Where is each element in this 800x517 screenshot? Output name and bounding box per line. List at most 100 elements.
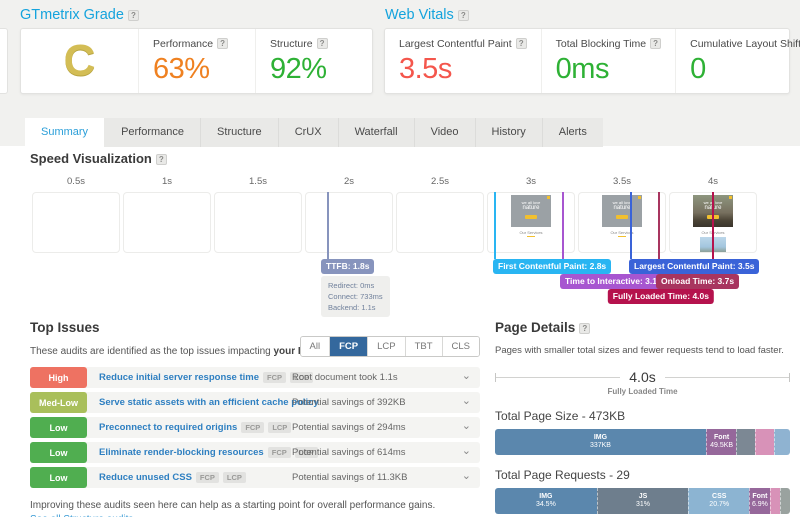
help-icon[interactable]: ? (316, 38, 328, 49)
help-icon[interactable]: ? (217, 38, 229, 49)
audit-title-link[interactable]: Reduce unused CSS (99, 472, 192, 483)
fully-loaded-marker-label: Fully Loaded Time: 4.0s (607, 289, 714, 304)
grade-cell: C (21, 29, 139, 93)
cls-label: Cumulative Layout Shift? (690, 38, 800, 50)
filmstrip-thumbnail: we all love nature Our Services (601, 195, 643, 237)
help-icon[interactable]: ? (457, 10, 469, 21)
page-size-bar: IMG 337KB Font 49.5KB (495, 429, 790, 455)
bar-segment (755, 429, 774, 455)
filter-cls-button[interactable]: CLS (441, 337, 479, 356)
tbt-metric: Total Blocking Time? 0ms (542, 29, 677, 93)
ttfb-connect: Connect: 733ms (328, 292, 383, 301)
lcp-value: 3.5s (399, 53, 452, 85)
total-page-size-title: Total Page Size - 473KB (495, 409, 626, 423)
lcp-marker-label: Largest Contentful Paint: 3.5s (629, 259, 760, 274)
structure-value: 92% (270, 53, 327, 85)
web-vitals-heading: Web Vitals? (385, 7, 469, 23)
filmstrip-frame (32, 192, 120, 253)
tick-label: 0.5s (67, 176, 85, 187)
gtmetrix-grade-title: GTmetrix Grade (20, 7, 124, 23)
tick-label: 3.5s (613, 176, 631, 187)
help-icon[interactable]: ? (155, 154, 167, 165)
ruler-line (664, 376, 789, 378)
onload-marker-label: Onload Time: 3.7s (656, 274, 740, 289)
thumbnail-logo-dot (547, 196, 550, 199)
audit-detail: Potential savings of 11.3KB (292, 472, 408, 483)
help-icon[interactable]: ? (515, 38, 527, 49)
bar-segment (773, 429, 790, 455)
thumbnail-button (616, 215, 628, 219)
tab-waterfall[interactable]: Waterfall (338, 118, 415, 147)
ttfb-backend: Backend: 1.1s (328, 303, 376, 312)
filmstrip-frame (396, 192, 484, 253)
tab-history[interactable]: History (475, 118, 543, 147)
web-vitals-title: Web Vitals (385, 7, 454, 23)
audit-list: High Reduce initial server response time… (30, 367, 480, 488)
chevron-down-icon[interactable]: ⌄ (462, 444, 471, 457)
grade-letter: C (63, 36, 96, 85)
tag-pill-lcp: LCP (268, 422, 292, 433)
tag-pill-fcp: FCP (241, 422, 265, 433)
audit-row[interactable]: High Reduce initial server response time… (30, 367, 480, 388)
tick-label: 4s (707, 176, 719, 187)
tab-structure[interactable]: Structure (201, 118, 279, 147)
tick-label: 3s (525, 176, 537, 187)
tbt-label: Total Blocking Time? (556, 38, 662, 50)
bar-segment: IMG 34.5% (495, 488, 597, 514)
audit-title-link[interactable]: Reduce initial server response time (99, 372, 259, 383)
severity-badge: High (30, 367, 87, 388)
thumbnail-hero-gray: we all love nature (511, 195, 551, 227)
filter-tbt-button[interactable]: TBT (404, 337, 442, 356)
audit-row[interactable]: Low Preconnect to required origins FCP L… (30, 417, 480, 438)
page-details-description: Pages with smaller total sizes and fewer… (495, 345, 784, 356)
page-details-section: Page Details? Pages with smaller total s… (495, 320, 790, 517)
help-icon[interactable]: ? (579, 323, 591, 334)
filter-all-button[interactable]: All (300, 337, 330, 356)
total-page-requests-title: Total Page Requests - 29 (495, 468, 630, 482)
tab-crux[interactable]: CrUX (278, 118, 339, 147)
tag-pill-fcp: FCP (267, 447, 291, 458)
audit-detail: Potential savings of 294ms (292, 422, 406, 433)
audit-title-link[interactable]: Preconnect to required origins (99, 422, 237, 433)
fully-loaded-time-value: 4.0s (629, 369, 656, 385)
lcp-marker-line (630, 192, 632, 259)
audit-row[interactable]: Med-Low Serve static assets with an effi… (30, 392, 480, 413)
tbt-value: 0ms (555, 53, 610, 85)
audit-title-link[interactable]: Eliminate render-blocking resources (99, 447, 264, 458)
performance-label: Performance? (153, 38, 241, 50)
help-icon[interactable]: ? (650, 38, 662, 49)
chevron-down-icon[interactable]: ⌄ (462, 469, 471, 482)
chevron-down-icon[interactable]: ⌄ (462, 394, 471, 407)
filmstrip-frame: we all love nature Our Services (578, 192, 666, 253)
tab-video[interactable]: Video (414, 118, 476, 147)
tab-summary[interactable]: Summary (25, 118, 106, 147)
audit-row[interactable]: Low Eliminate render-blocking resources … (30, 442, 480, 463)
tab-alerts[interactable]: Alerts (542, 118, 603, 147)
web-vitals-card: Largest Contentful Paint? 3.5s Total Blo… (384, 28, 800, 94)
chevron-down-icon[interactable]: ⌄ (462, 419, 471, 432)
tick-label: 2.5s (431, 176, 449, 187)
gtmetrix-report-page: GTmetrix Grade? C Performance? 63% Struc… (0, 0, 800, 517)
thumbnail-button (525, 215, 537, 219)
thumbnail-logo-dot (729, 196, 732, 199)
page-requests-bar: IMG 34.5% JS 31% CSS 20.7% Font 6.9% (495, 488, 790, 514)
audit-row[interactable]: Low Reduce unused CSS FCP LCP Potential … (30, 467, 480, 488)
bar-segment: Font 6.9% (749, 488, 770, 514)
page-details-heading: Page Details? (495, 320, 790, 335)
cropped-neighbor-card (0, 28, 8, 94)
bar-segment: JS 31% (596, 488, 689, 514)
audit-title-link[interactable]: Serve static assets with an efficient ca… (99, 397, 319, 408)
thumbnail-logo-dot (638, 196, 641, 199)
performance-metric: Performance? 63% (139, 29, 256, 93)
tab-performance[interactable]: Performance (105, 118, 202, 147)
fully-loaded-time-caption: Fully Loaded Time (607, 387, 678, 396)
chevron-down-icon[interactable]: ⌄ (462, 369, 471, 382)
filter-fcp-button[interactable]: FCP (329, 337, 368, 356)
help-icon[interactable]: ? (127, 10, 139, 21)
report-tabs: Summary Performance Structure CrUX Water… (25, 118, 603, 147)
filter-lcp-button[interactable]: LCP (367, 337, 405, 356)
severity-badge: Low (30, 442, 87, 463)
gtmetrix-grade-heading: GTmetrix Grade? (20, 7, 139, 23)
filmstrip: we all love nature Our Services we all l… (32, 192, 757, 253)
thumbnail-accent (527, 236, 535, 237)
